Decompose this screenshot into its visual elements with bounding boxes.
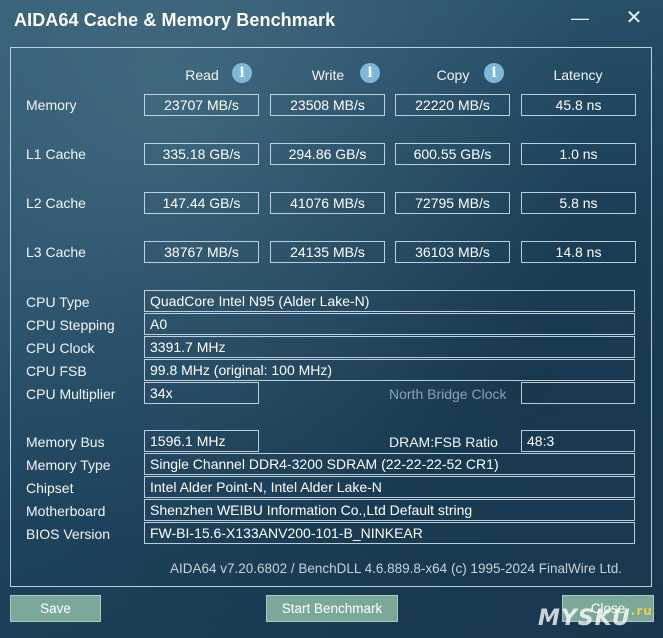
watermark-text: MYSKU bbox=[538, 606, 631, 631]
l2-row-label: L2 Cache bbox=[26, 195, 86, 211]
column-latency: Latency bbox=[553, 67, 603, 83]
l3-write-value: 24135 MB/s bbox=[270, 241, 385, 263]
memory-bus-value: 1596.1 MHz bbox=[144, 430, 259, 452]
write-info-icon[interactable]: i bbox=[360, 63, 380, 83]
cpu-fsb-label: CPU FSB bbox=[26, 363, 87, 379]
l2-read-value: 147.44 GB/s bbox=[144, 192, 259, 214]
motherboard-label: Motherboard bbox=[26, 503, 106, 519]
north-bridge-clock-label: North Bridge Clock bbox=[389, 386, 507, 402]
l2-write-value: 41076 MB/s bbox=[270, 192, 385, 214]
l3-row-label: L3 Cache bbox=[26, 244, 86, 260]
version-footer: AIDA64 v7.20.6802 / BenchDLL 4.6.889.8-x… bbox=[170, 561, 623, 576]
save-button[interactable]: Save bbox=[10, 595, 101, 622]
memory-write-value: 23508 MB/s bbox=[270, 94, 385, 116]
column-write: Write bbox=[311, 67, 345, 83]
cpu-type-value: QuadCore Intel N95 (Alder Lake-N) bbox=[144, 290, 635, 312]
start-benchmark-button[interactable]: Start Benchmark bbox=[266, 595, 398, 622]
l1-copy-value: 600.55 GB/s bbox=[395, 143, 510, 165]
cpu-type-label: CPU Type bbox=[26, 294, 90, 310]
dram-fsb-ratio-value: 48:3 bbox=[521, 430, 635, 452]
cpu-multiplier-label: CPU Multiplier bbox=[26, 386, 116, 402]
l3-latency-value: 14.8 ns bbox=[521, 241, 636, 263]
memory-row-label: Memory bbox=[26, 97, 77, 113]
l2-latency-value: 5.8 ns bbox=[521, 192, 636, 214]
bios-version-value: FW-BI-15.6-X133ANV200-101-B_NINKEAR bbox=[144, 522, 635, 544]
bios-version-label: BIOS Version bbox=[26, 526, 111, 542]
l1-read-value: 335.18 GB/s bbox=[144, 143, 259, 165]
window-title: AIDA64 Cache & Memory Benchmark bbox=[14, 10, 336, 30]
l3-read-value: 38767 MB/s bbox=[144, 241, 259, 263]
l1-row-label: L1 Cache bbox=[26, 146, 86, 162]
l3-copy-value: 36103 MB/s bbox=[395, 241, 510, 263]
memory-bus-label: Memory Bus bbox=[26, 434, 105, 450]
memory-read-value: 23707 MB/s bbox=[144, 94, 259, 116]
motherboard-value: Shenzhen WEIBU Information Co.,Ltd Defau… bbox=[144, 499, 635, 521]
cpu-clock-value: 3391.7 MHz bbox=[144, 336, 635, 358]
l2-copy-value: 72795 MB/s bbox=[395, 192, 510, 214]
cpu-stepping-label: CPU Stepping bbox=[26, 317, 115, 333]
north-bridge-clock-value bbox=[521, 382, 635, 404]
l1-latency-value: 1.0 ns bbox=[521, 143, 636, 165]
title-bar: AIDA64 Cache & Memory Benchmark — ✕ bbox=[0, 0, 663, 40]
copy-info-icon[interactable]: i bbox=[484, 63, 504, 83]
minimize-icon[interactable]: — bbox=[566, 6, 594, 30]
cpu-clock-label: CPU Clock bbox=[26, 340, 95, 356]
memory-type-label: Memory Type bbox=[26, 457, 111, 473]
l1-write-value: 294.86 GB/s bbox=[270, 143, 385, 165]
memory-copy-value: 22220 MB/s bbox=[395, 94, 510, 116]
cpu-stepping-value: A0 bbox=[144, 313, 635, 335]
close-icon[interactable]: ✕ bbox=[620, 6, 648, 30]
dram-fsb-ratio-label: DRAM:FSB Ratio bbox=[389, 434, 498, 450]
cpu-fsb-value: 99.8 MHz (original: 100 MHz) bbox=[144, 359, 635, 381]
watermark-suffix: .ru bbox=[630, 604, 653, 618]
column-copy: Copy bbox=[436, 67, 470, 83]
memory-latency-value: 45.8 ns bbox=[521, 94, 636, 116]
read-info-icon[interactable]: i bbox=[232, 63, 252, 83]
chipset-value: Intel Alder Point-N, Intel Alder Lake-N bbox=[144, 476, 635, 498]
memory-type-value: Single Channel DDR4-3200 SDRAM (22-22-22… bbox=[144, 453, 635, 475]
cpu-multiplier-value: 34x bbox=[144, 382, 259, 404]
chipset-label: Chipset bbox=[26, 480, 74, 496]
column-read: Read bbox=[185, 67, 219, 83]
watermark-logo: MYSKU.ru bbox=[538, 604, 653, 631]
